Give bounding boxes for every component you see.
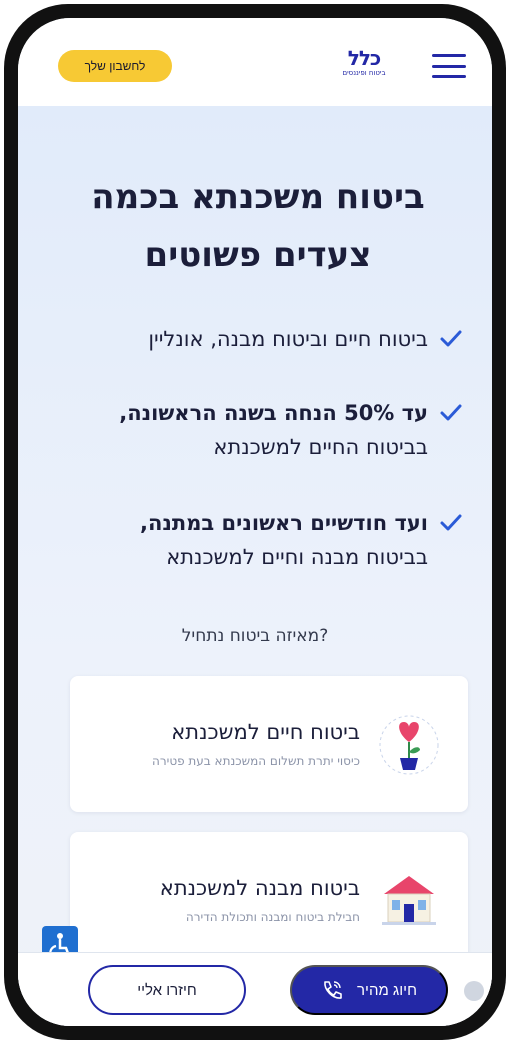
- card-subtitle: כיסוי יתרת תשלום המשכנתא בעת פטירה: [152, 754, 360, 768]
- screen: לחשבון שלך כלל ביטוח ופיננסים ביטוח משכנ…: [18, 18, 492, 1026]
- logo-word: כלל: [347, 46, 382, 70]
- benefit-item: עד 50% הנחה בשנה הראשונה, בביטוח החיים ל…: [119, 396, 464, 464]
- structure-insurance-card[interactable]: ביטוח מבנה למשכנתא חבילת ביטוח ומבנה ותכ…: [70, 832, 468, 968]
- phone-frame: לחשבון שלך כלל ביטוח ופיננסים ביטוח משכנ…: [4, 4, 506, 1040]
- callback-button[interactable]: חיזרו אליי: [88, 965, 246, 1015]
- phone-icon: [324, 981, 342, 999]
- life-insurance-card[interactable]: ביטוח חיים למשכנתא כיסוי יתרת תשלום המשכ…: [70, 676, 468, 812]
- bottom-action-bar: חיזרו אליי חיוג מהיר: [18, 952, 492, 1026]
- check-icon: [440, 330, 462, 347]
- card-subtitle: חבילת ביטוח ומבנה ותכולת הדירה: [185, 910, 360, 924]
- benefit-item: ועד חודשיים ראשונים במתנה, בביטוח מבנה ו…: [140, 506, 464, 574]
- check-icon: [440, 404, 462, 421]
- benefit-text: ביטוח חיים וביטוח מבנה, אונליין: [148, 327, 428, 351]
- benefit-highlight: עד 50% הנחה בשנה הראשונה,: [119, 401, 428, 425]
- hamburger-menu-icon[interactable]: [432, 54, 466, 78]
- hero-section: ביטוח משכנתא בכמה צעדים פשוטים ביטוח חיי…: [18, 106, 492, 1026]
- page-title: ביטוח משכנתא בכמה צעדים פשוטים: [91, 177, 425, 275]
- card-title: ביטוח חיים למשכנתא: [171, 720, 360, 744]
- brand-logo[interactable]: כלל ביטוח ופיננסים: [334, 48, 394, 84]
- check-icon: [440, 514, 462, 531]
- account-button[interactable]: לחשבון שלך: [58, 50, 172, 82]
- logo-tagline: ביטוח ופיננסים: [342, 69, 386, 77]
- heart-plant-icon: [379, 715, 439, 775]
- benefit-text: עד 50% הנחה בשנה הראשונה, בביטוח החיים ל…: [119, 401, 428, 459]
- house-icon: [382, 876, 436, 925]
- card-title: ביטוח מבנה למשכנתא: [159, 876, 360, 900]
- question-heading: ?מאיזה ביטוח נתחיל: [181, 626, 329, 646]
- header: לחשבון שלך כלל ביטוח ופיננסים: [18, 18, 492, 107]
- quick-dial-button[interactable]: חיוג מהיר: [290, 965, 448, 1015]
- quick-dial-label: חיוג מהיר: [357, 981, 417, 999]
- benefit-highlight: ועד חודשיים ראשונים במתנה,: [139, 511, 428, 535]
- benefit-item: ביטוח חיים וביטוח מבנה, אונליין: [148, 322, 464, 356]
- benefit-text: ועד חודשיים ראשונים במתנה, בביטוח מבנה ו…: [139, 511, 428, 569]
- chat-bot-icon[interactable]: [464, 981, 484, 1001]
- callback-label: חיזרו אליי: [137, 981, 197, 999]
